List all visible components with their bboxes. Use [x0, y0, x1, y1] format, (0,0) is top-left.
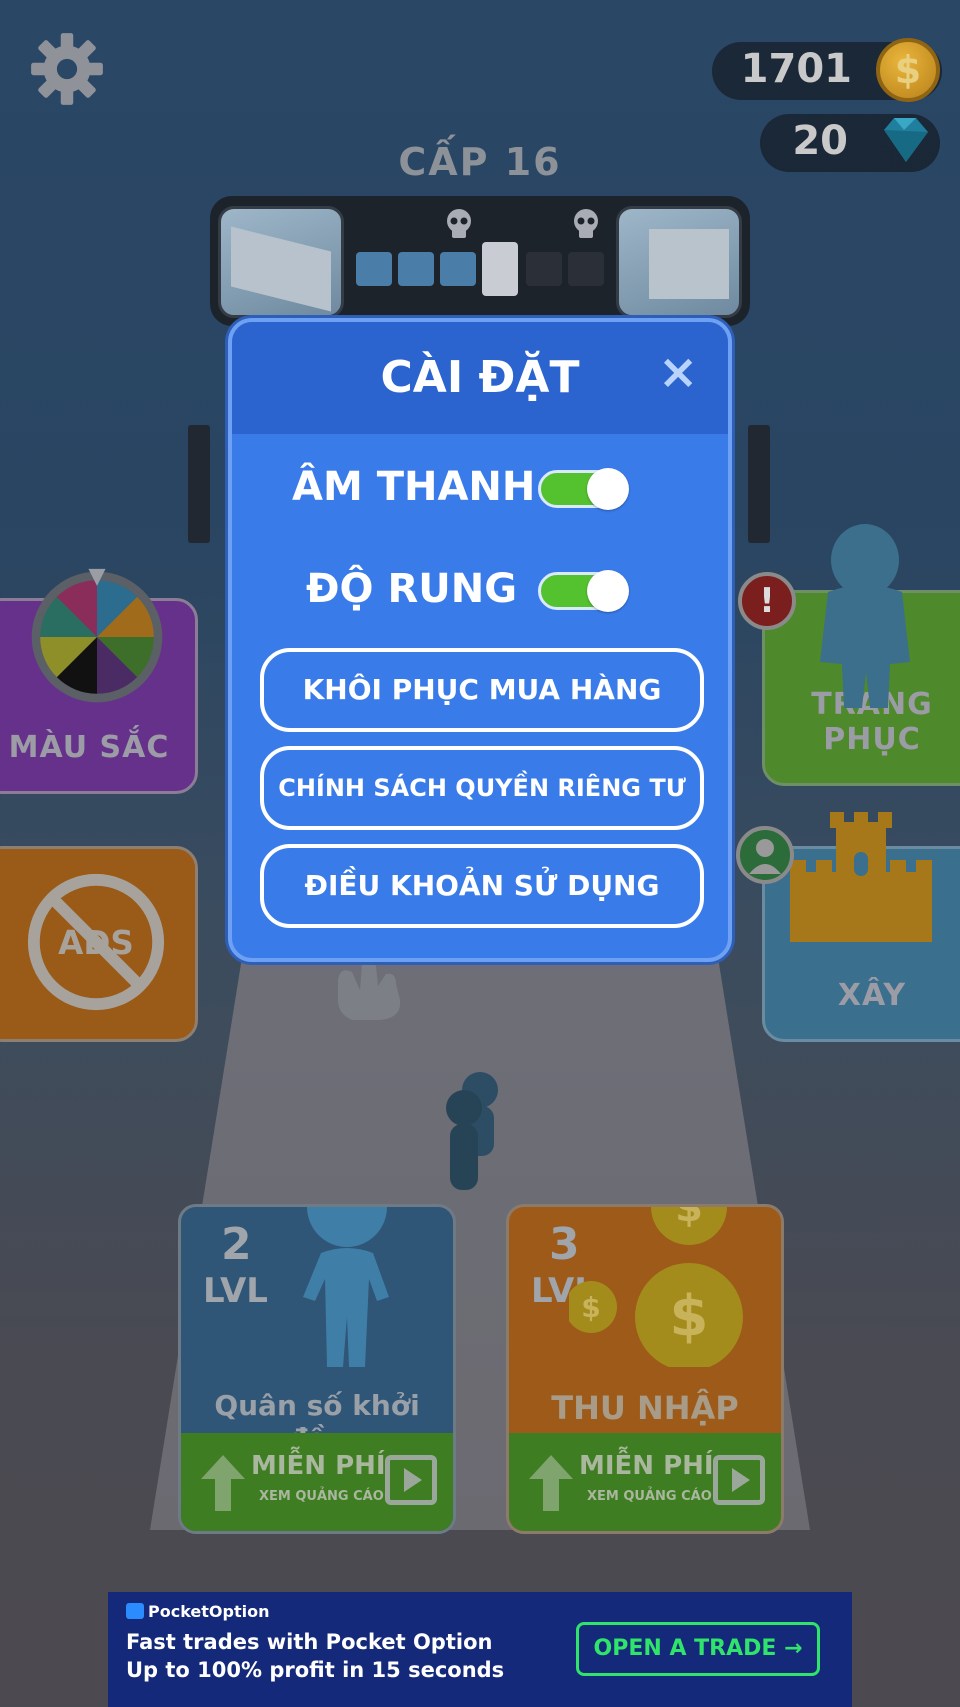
toggle-knob	[587, 570, 629, 612]
close-icon[interactable]: ×	[658, 348, 698, 396]
restore-purchases-button[interactable]: KHÔI PHỤC MUA HÀNG	[260, 648, 704, 732]
character-icon	[303, 1207, 389, 1367]
alert-badge: !	[738, 572, 796, 630]
runner-crowd	[446, 1072, 498, 1190]
gate-post-right	[748, 425, 770, 543]
castle-icon	[790, 812, 932, 942]
coin-count: 1701	[740, 46, 852, 92]
stage-segment-current	[482, 242, 518, 296]
ad-cta-button[interactable]: OPEN A TRADE →	[576, 1622, 820, 1676]
level-title: CẤP 16	[398, 140, 562, 184]
stage-segment-done	[356, 252, 392, 286]
upgrade-arrow-icon	[201, 1455, 245, 1511]
ad-banner[interactable]: PocketOption Fast trades with Pocket Opt…	[108, 1592, 852, 1707]
vibration-setting-row: ĐỘ RUNG	[232, 560, 728, 620]
card-level-number: 2	[221, 1219, 252, 1270]
toggle-knob	[587, 468, 629, 510]
card-title: THU NHẬP	[551, 1389, 739, 1427]
pocketoption-logo-icon	[126, 1603, 144, 1619]
settings-dialog: CÀI ĐẶT × ÂM THANH ĐỘ RUNG KHÔI PHỤC MUA…	[228, 318, 732, 962]
coins-stack-icon: $ $ $	[569, 1204, 743, 1367]
tap-hand-icon	[338, 961, 401, 1020]
watch-ad-label: XEM QUẢNG CÁO	[587, 1489, 712, 1504]
ad-subline: Up to 100% profit in 15 seconds	[126, 1658, 505, 1682]
sound-toggle[interactable]	[538, 468, 629, 510]
settings-gear-icon[interactable]	[28, 30, 106, 108]
watch-ad-label: XEM QUẢNG CÁO	[259, 1489, 384, 1504]
color-shop-label: MÀU SẮC	[8, 730, 170, 765]
stage-segment-done	[440, 252, 476, 286]
skull-icon	[447, 209, 471, 238]
character-outfit-icon	[820, 524, 910, 708]
video-ad-icon	[385, 1455, 437, 1505]
ad-headline: Fast trades with Pocket Option	[126, 1630, 493, 1654]
stage-segment-locked	[568, 252, 604, 286]
svg-text:$: $	[670, 1284, 709, 1349]
card-lvl-label: LVL	[203, 1271, 268, 1311]
privacy-policy-button[interactable]: CHÍNH SÁCH QUYỀN RIÊNG TƯ	[260, 746, 704, 830]
free-upgrade-button[interactable]: MIỄN PHÍ XEM QUẢNG CÁO	[181, 1433, 453, 1531]
sound-label: ÂM THANH	[292, 464, 536, 510]
starting-army-upgrade-card[interactable]: 2 LVL Quân số khởi đầu MIỄN PHÍ XEM QUẢN…	[178, 1204, 456, 1534]
free-label: MIỄN PHÍ	[579, 1451, 714, 1481]
income-upgrade-card[interactable]: 3 LVL $ $ $ THU NHẬP MIỄN PHÍ XEM QUẢNG …	[506, 1204, 784, 1534]
svg-text:$: $	[675, 1204, 703, 1231]
vibration-label: ĐỘ RUNG	[306, 566, 518, 612]
ad-brand-name: PocketOption	[148, 1602, 270, 1621]
stage-thumb-next	[616, 206, 742, 318]
stage-segment-done	[398, 252, 434, 286]
svg-text:$: $	[581, 1291, 600, 1324]
color-wheel-icon	[31, 568, 163, 703]
no-ads-label: ADS	[58, 924, 134, 962]
gate-post-left	[188, 425, 210, 543]
no-ads-icon: ADS	[27, 873, 165, 1011]
stage-thumb-current	[218, 206, 344, 318]
vibration-toggle[interactable]	[538, 570, 629, 612]
upgrade-arrow-icon	[529, 1455, 573, 1511]
free-upgrade-button[interactable]: MIỄN PHÍ XEM QUẢNG CÁO	[509, 1433, 781, 1531]
stage-segment-locked	[526, 252, 562, 286]
profile-badge-icon	[736, 826, 794, 884]
free-label: MIỄN PHÍ	[251, 1451, 386, 1481]
coin-icon: $	[876, 38, 940, 102]
dialog-header: CÀI ĐẶT ×	[232, 322, 728, 434]
build-label: XÂY	[837, 978, 907, 1013]
sound-setting-row: ÂM THANH	[232, 458, 728, 518]
video-ad-icon	[713, 1455, 765, 1505]
ad-brand: PocketOption	[126, 1602, 269, 1621]
terms-of-use-button[interactable]: ĐIỀU KHOẢN SỬ DỤNG	[260, 844, 704, 928]
dialog-title: CÀI ĐẶT	[380, 352, 580, 403]
skull-icon	[574, 209, 598, 238]
